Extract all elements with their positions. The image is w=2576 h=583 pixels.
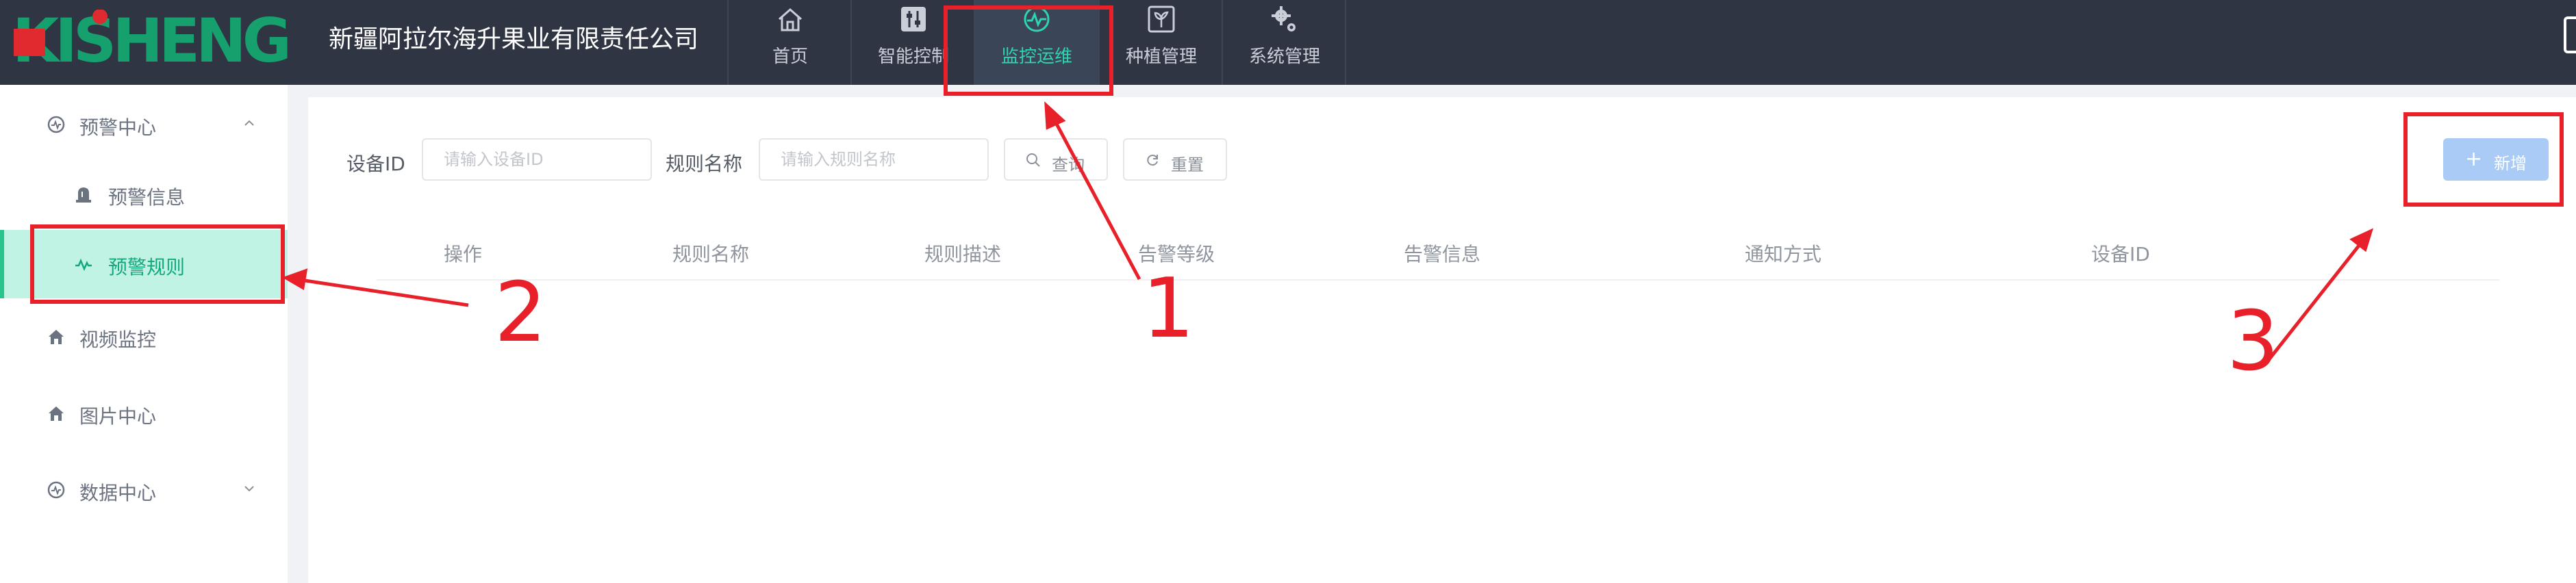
- column-header: 设备ID: [2091, 243, 2150, 265]
- annotation-number-3: 3: [2227, 294, 2280, 389]
- sidebar-item-alert-rules[interactable]: 预警规则: [0, 230, 288, 298]
- gears-icon: [1272, 6, 1296, 31]
- content-gutter: [288, 85, 308, 583]
- column-header: 通知方式: [1745, 243, 1822, 265]
- column-header: 规则描述: [924, 243, 1002, 265]
- nav-label-planting: 种植管理: [1125, 47, 1197, 67]
- alert-center-icon: [47, 116, 65, 133]
- nav-item-monitoring[interactable]: 监控运维: [975, 0, 1098, 85]
- column-header: 告警信息: [1404, 243, 1481, 265]
- chevron-down-icon: [244, 486, 254, 492]
- nav-separator: [1345, 0, 1346, 85]
- table-header-divider: [377, 279, 2499, 281]
- sidebar-item-label: 预警信息: [108, 186, 186, 209]
- nav-item-smart-control[interactable]: 智能控制: [852, 0, 975, 85]
- nav-label-monitoring: 监控运维: [1000, 47, 1072, 67]
- company-name: 新疆阿拉尔海升果业有限责任公司: [329, 25, 699, 53]
- annotation-number-1: 1: [1142, 261, 1195, 357]
- sidebar-item-label: 预警中心: [79, 116, 157, 139]
- sidebar-item-image-center[interactable]: 图片中心: [0, 379, 288, 448]
- refresh-icon: [1147, 155, 1158, 166]
- column-header: 操作: [444, 243, 483, 265]
- search-icon: [1026, 153, 1040, 167]
- search-button[interactable]: 查询: [1004, 138, 1108, 181]
- sidebar-item-label: 预警规则: [108, 256, 186, 278]
- column-header: 规则名称: [672, 243, 750, 265]
- sliders-icon: [901, 7, 926, 31]
- sidebar-item-data-center[interactable]: 数据中心: [0, 456, 288, 524]
- nav-item-planting[interactable]: 种植管理: [1100, 0, 1223, 85]
- plant-icon: [1148, 5, 1175, 33]
- company-logo: KISHENG: [12, 10, 292, 68]
- data-center-icon: [47, 481, 65, 499]
- add-button[interactable]: + 新增: [2443, 138, 2549, 181]
- nav-label-smart-control: 智能控制: [877, 47, 949, 67]
- rule-name-input[interactable]: [759, 138, 989, 181]
- plus-icon: +: [2465, 147, 2483, 171]
- sidebar-item-video[interactable]: 视频监控: [0, 302, 288, 371]
- top-navigation-bar: KISHENG 新疆阿拉尔海升果业有限责任公司 首页 智能控制 监控运维 种植管…: [0, 0, 2576, 85]
- search-button-label: 查询: [1052, 155, 1085, 174]
- home-icon: [779, 8, 802, 31]
- sidebar: 预警中心 预警信息 预警规则 视频监控 图片中心 数据中心: [0, 85, 288, 583]
- sidebar-item-label: 数据中心: [79, 482, 157, 504]
- pulse-icon: [75, 258, 92, 272]
- sidebar-item-alert-info[interactable]: 预警信息: [0, 160, 288, 229]
- nav-item-system[interactable]: 系统管理: [1223, 0, 1346, 85]
- annotation-number-2: 2: [494, 265, 547, 361]
- device-id-input[interactable]: [422, 138, 652, 181]
- sidebar-item-alert-center[interactable]: 预警中心: [0, 90, 288, 159]
- home-icon: [49, 406, 64, 421]
- reset-button[interactable]: 重置: [1123, 138, 1227, 181]
- nav-label-system: 系统管理: [1248, 47, 1320, 67]
- sidebar-item-label: 视频监控: [79, 328, 157, 351]
- monitor-pulse-icon: [1024, 6, 1050, 32]
- alert-info-icon: [76, 187, 91, 203]
- sidebar-item-label: 图片中心: [79, 405, 157, 428]
- nav-item-home[interactable]: 首页: [729, 0, 852, 85]
- logo-text: KISHENG: [12, 10, 288, 68]
- rule-name-label: 规则名称: [666, 153, 743, 175]
- reset-button-label: 重置: [1171, 155, 1204, 174]
- nav-label-home: 首页: [772, 47, 808, 67]
- active-indicator: [0, 230, 4, 298]
- device-id-label: 设备ID: [346, 153, 405, 175]
- fullscreen-icon[interactable]: [2564, 16, 2576, 53]
- add-button-label: 新增: [2494, 154, 2527, 173]
- home-icon: [49, 330, 64, 344]
- chevron-up-icon: [244, 120, 254, 126]
